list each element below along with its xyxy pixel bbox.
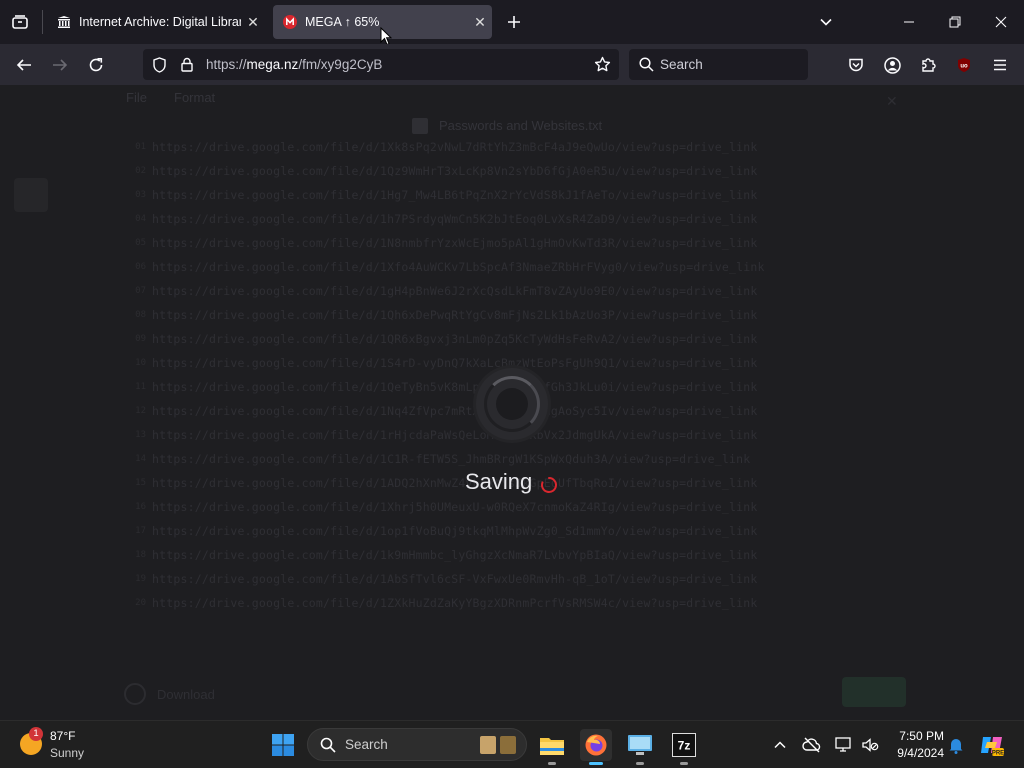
clock-date: 9/4/2024 — [897, 746, 944, 760]
url-path: /fm/xy9g2CyB — [298, 57, 383, 72]
tab-overview-icon — [12, 15, 28, 29]
close-window-button[interactable] — [978, 0, 1024, 44]
search-icon — [639, 57, 654, 72]
pocket-button[interactable] — [842, 51, 870, 79]
url-prefix: https:// — [206, 57, 247, 72]
tab-title: Internet Archive: Digital Library — [79, 15, 241, 29]
svg-text:uo: uo — [960, 64, 968, 70]
arrow-right-icon — [53, 59, 68, 71]
weather-condition: Sunny — [50, 746, 85, 760]
plus-icon — [508, 16, 520, 28]
forward-button[interactable] — [46, 51, 74, 79]
copilot-button[interactable]: PRE — [976, 729, 1008, 761]
firefox-icon — [585, 734, 607, 756]
search-icon — [320, 737, 336, 753]
close-tab-icon[interactable]: ✕ — [241, 10, 265, 34]
minimize-button[interactable] — [886, 0, 932, 44]
search-bar[interactable]: Search — [629, 49, 808, 80]
svg-text:PRE: PRE — [992, 751, 1004, 757]
folder-icon — [540, 738, 564, 755]
network-monitor-icon — [835, 737, 851, 752]
ublock-origin-button[interactable]: uo — [950, 51, 978, 79]
clock-time: 7:50 PM — [899, 729, 944, 743]
bell-icon — [949, 738, 963, 754]
windows-logo-icon — [272, 734, 294, 756]
start-button[interactable] — [267, 729, 299, 761]
reload-icon — [89, 58, 103, 72]
7zip-icon: 7z — [672, 733, 696, 757]
list-all-tabs-button[interactable] — [812, 8, 840, 36]
back-button[interactable] — [10, 51, 38, 79]
loading-spinner — [476, 368, 548, 440]
spinner-core — [496, 388, 528, 420]
svg-text:7z: 7z — [678, 739, 691, 753]
taskbar-search-label: Search — [345, 737, 388, 752]
tab-bar: Internet Archive: Digital Library ✕ MEGA… — [0, 0, 1024, 46]
puzzle-piece-icon — [922, 58, 936, 72]
monitor-icon — [628, 735, 652, 755]
restore-button[interactable] — [932, 0, 978, 44]
account-button[interactable] — [878, 51, 906, 79]
mega-logo-icon — [283, 15, 297, 29]
file-explorer-button[interactable] — [536, 729, 568, 761]
close-icon — [995, 16, 1007, 28]
saving-overlay: Saving — [0, 85, 1024, 720]
reload-button[interactable] — [82, 51, 110, 79]
explorer-running-indicator — [548, 762, 556, 765]
firefox-active-indicator — [589, 762, 603, 765]
taskbar-search-box[interactable]: Search — [307, 728, 527, 761]
arrow-left-icon — [16, 59, 31, 71]
url-text[interactable]: https://mega.nz/fm/xy9g2CyB — [206, 57, 382, 72]
address-bar[interactable]: https://mega.nz/fm/xy9g2CyB — [143, 49, 619, 80]
restore-icon — [949, 16, 961, 28]
extensions-button[interactable] — [914, 51, 942, 79]
saving-spinner-icon — [541, 477, 557, 493]
star-bookmark-icon[interactable] — [594, 56, 611, 73]
shield-icon[interactable] — [152, 57, 167, 73]
speaker-muted-icon — [862, 738, 879, 752]
url-host: mega.nz — [246, 57, 299, 72]
search-highlight-icon — [480, 735, 518, 755]
lock-icon[interactable] — [181, 57, 193, 72]
7zip-running-indicator — [680, 762, 688, 765]
tab-list-button[interactable] — [6, 8, 34, 36]
windows-taskbar: 1 87°F Sunny Search 7z 7:50 PM 9/4/2024 … — [0, 720, 1024, 768]
firefox-button[interactable] — [580, 729, 612, 761]
weather-widget[interactable]: 1 87°F Sunny — [14, 727, 94, 763]
remote-desktop-button[interactable] — [624, 729, 656, 761]
7zip-button[interactable]: 7z — [668, 729, 700, 761]
account-icon — [883, 56, 901, 74]
saving-text: Saving — [465, 469, 533, 494]
volume-button[interactable] — [854, 729, 886, 761]
copilot-icon: PRE — [981, 737, 1004, 757]
chevron-up-icon — [774, 741, 786, 749]
close-tab-icon[interactable]: ✕ — [468, 10, 492, 34]
tab-separator — [42, 10, 43, 34]
tab-internet-archive[interactable]: Internet Archive: Digital Library ✕ — [47, 5, 265, 39]
remote-desktop-running-indicator — [636, 762, 644, 765]
hamburger-menu-icon — [994, 59, 1006, 71]
archive-building-icon — [58, 16, 70, 28]
new-tab-button[interactable] — [500, 8, 528, 36]
menu-button[interactable] — [986, 51, 1014, 79]
search-placeholder: Search — [660, 57, 703, 72]
onedrive-button[interactable] — [796, 729, 828, 761]
cloud-offline-icon — [802, 737, 821, 753]
clock[interactable]: 7:50 PM 9/4/2024 — [884, 727, 944, 763]
navigation-toolbar: https://mega.nz/fm/xy9g2CyB Search uo — [0, 44, 1024, 85]
chevron-down-icon — [820, 18, 832, 26]
minimize-icon — [904, 21, 914, 23]
show-hidden-icons-button[interactable] — [764, 729, 796, 761]
ublock-shield-icon: uo — [958, 58, 970, 72]
weather-temp: 87°F — [50, 729, 76, 743]
weather-alert-badge: 1 — [29, 727, 43, 741]
pocket-icon — [849, 58, 863, 72]
notifications-button[interactable] — [940, 729, 972, 761]
